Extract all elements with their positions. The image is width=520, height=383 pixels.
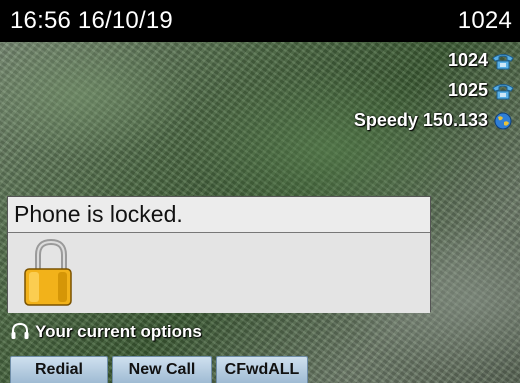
phone-screen: 16:56 16/10/19 1024 1024 1025 Speedy 150…	[0, 0, 520, 383]
line-speedy[interactable]: Speedy 150.133	[354, 110, 514, 131]
new-call-softkey[interactable]: New Call	[112, 356, 212, 383]
globe-icon	[494, 112, 512, 129]
phone-icon	[492, 83, 514, 99]
line-label: 1025	[447, 80, 488, 100]
dialog-body	[8, 233, 430, 313]
extension-number: 1024	[457, 7, 512, 34]
time-date: 16:56 16/10/19	[10, 7, 173, 34]
line-1025[interactable]: 1025	[448, 80, 514, 101]
headset-icon	[11, 322, 29, 339]
line-label: Speedy 150.133	[353, 110, 488, 130]
padlock-icon	[24, 238, 72, 306]
line-label: 1024	[447, 50, 488, 70]
dialog-title: Phone is locked.	[8, 197, 430, 233]
line-list: 1024 1025 Speedy 150.133	[354, 50, 514, 131]
options-label: Your current options	[35, 322, 202, 341]
phone-icon	[492, 53, 514, 69]
line-1024[interactable]: 1024	[448, 50, 514, 71]
current-options: Your current options	[10, 322, 202, 342]
locked-dialog: Phone is locked.	[7, 196, 431, 313]
status-bar: 16:56 16/10/19 1024	[0, 0, 520, 42]
cfwdall-softkey[interactable]: CFwdALL	[216, 356, 308, 383]
redial-softkey[interactable]: Redial	[10, 356, 108, 383]
softkey-bar: Redial New Call CFwdALL	[10, 356, 308, 383]
